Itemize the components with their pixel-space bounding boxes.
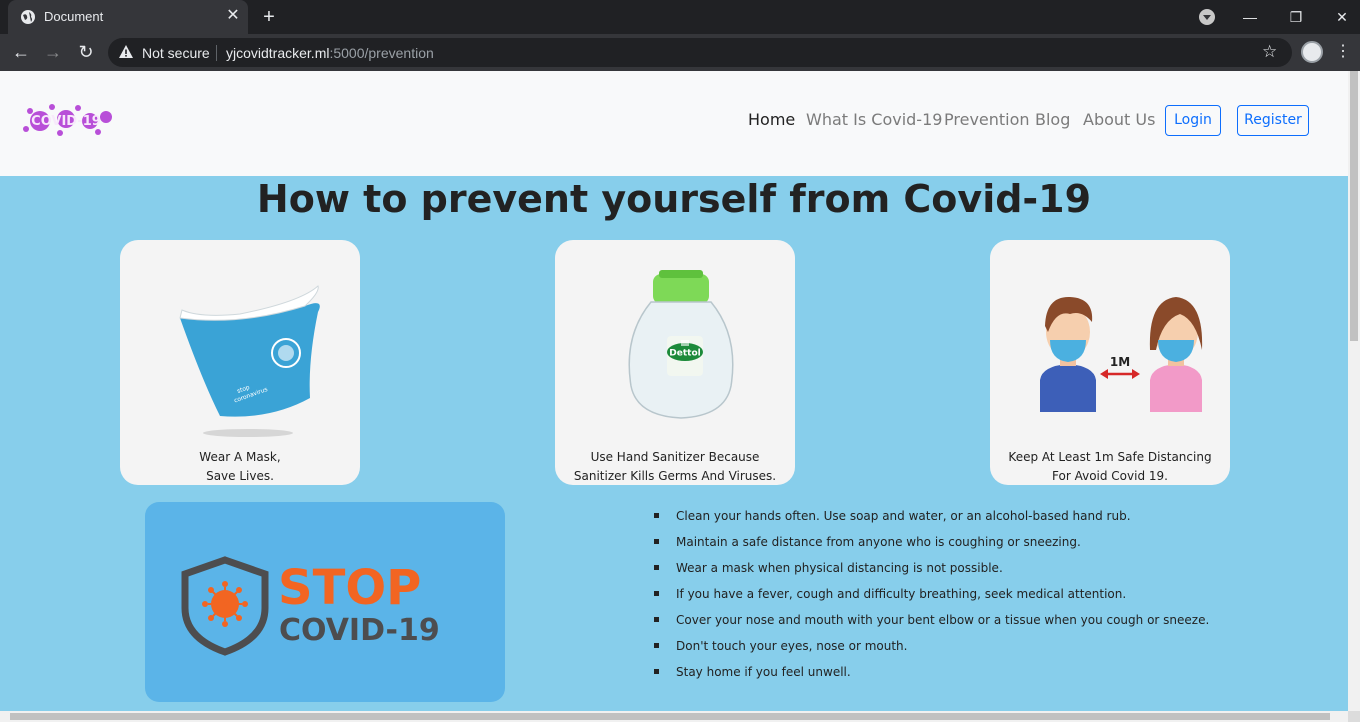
forward-icon[interactable]: → — [41, 40, 65, 64]
vertical-scrollbar[interactable] — [1348, 71, 1360, 711]
security-label[interactable]: Not secure — [142, 45, 210, 61]
browser-tab-strip: Document ✕ + — ❐ ✕ — [0, 0, 1360, 34]
close-tab-icon[interactable]: ✕ — [224, 7, 242, 25]
face-mask-image: stop coronavirus — [179, 285, 320, 437]
warning-icon — [119, 45, 133, 58]
tab-search-icon[interactable] — [1199, 9, 1215, 25]
login-button[interactable]: Login — [1165, 105, 1221, 136]
nav-link-home[interactable]: Home — [748, 110, 795, 129]
bottle-brand: Dettol — [669, 349, 700, 359]
list-item: Wear a mask when physical distancing is … — [652, 559, 1209, 585]
hand-sanitizer-image: Dettol — [628, 270, 734, 419]
stop-covid-graphic: STOP COVID-19 — [181, 556, 440, 656]
list-item: Maintain a safe distance from anyone who… — [652, 533, 1209, 559]
page-viewport: COVID-19 Home What Is Covid-19 Preventio… — [0, 71, 1348, 711]
list-item: Don't touch your eyes, nose or mouth. — [652, 637, 1209, 663]
caption-line: Keep At Least 1m Safe Distancing — [1008, 450, 1212, 464]
list-item: Clean your hands often. Use soap and wat… — [652, 507, 1209, 533]
caption-line: Save Lives. — [206, 469, 274, 483]
minimize-icon[interactable]: — — [1227, 0, 1273, 34]
prevention-card-sanitizer: Dettol Use Hand Sanitizer Because Saniti… — [555, 240, 795, 485]
nav-link-prevention[interactable]: Prevention — [944, 110, 1030, 129]
prevention-tips-list: Clean your hands often. Use soap and wat… — [652, 507, 1209, 689]
back-icon[interactable]: ← — [9, 40, 33, 64]
prevention-card-mask: stop coronavirus Wear A Mask, Save Lives… — [120, 240, 360, 485]
url-path: :5000/prevention — [329, 45, 434, 61]
reload-icon[interactable]: ↻ — [74, 40, 98, 64]
profile-avatar[interactable] — [1301, 41, 1323, 63]
horizontal-scrollbar[interactable] — [0, 711, 1348, 722]
card-caption: Keep At Least 1m Safe Distancing For Avo… — [990, 448, 1230, 485]
nav-link-blog[interactable]: Blog — [1035, 110, 1070, 129]
logo-text: COVID-19 — [31, 114, 101, 129]
close-window-icon[interactable]: ✕ — [1319, 0, 1360, 34]
card-caption: Use Hand Sanitizer Because Sanitizer Kil… — [555, 448, 795, 485]
list-item: If you have a fever, cough and difficult… — [652, 585, 1209, 611]
url-host: yjcovidtracker.ml — [226, 45, 330, 61]
nav-link-about-us[interactable]: About Us — [1083, 110, 1155, 129]
browser-menu-icon[interactable]: ⋮ — [1333, 40, 1353, 64]
tab-title: Document — [44, 9, 104, 24]
covid-logo[interactable]: COVID-19 — [18, 99, 114, 139]
address-bar[interactable]: Not secure yjcovidtracker.ml:5000/preven… — [108, 38, 1292, 67]
card-caption: Wear A Mask, Save Lives. — [120, 448, 360, 485]
globe-icon — [21, 10, 35, 24]
omnibox-divider — [216, 45, 217, 61]
list-item: Stay home if you feel unwell. — [652, 663, 1209, 689]
stop-text: STOP — [278, 560, 421, 616]
caption-line: Wear A Mask, — [199, 450, 281, 464]
register-button[interactable]: Register — [1237, 105, 1309, 136]
caption-line: Use Hand Sanitizer Because — [590, 450, 760, 464]
social-distancing-image: 1M — [1040, 296, 1203, 412]
horizontal-scroll-thumb[interactable] — [10, 713, 1330, 720]
restore-icon[interactable]: ❐ — [1273, 0, 1319, 34]
caption-line: For Avoid Covid 19. — [1052, 469, 1168, 483]
covid19-text: COVID-19 — [279, 613, 440, 648]
scrollbar-corner — [1348, 711, 1360, 722]
stop-covid-banner: STOP COVID-19 — [145, 502, 505, 702]
site-navbar: COVID-19 Home What Is Covid-19 Preventio… — [0, 71, 1348, 176]
distance-label: 1M — [1110, 355, 1130, 369]
vertical-scroll-thumb[interactable] — [1350, 71, 1358, 341]
prevention-card-distancing: 1M Keep At Least 1m Safe Distancing For … — [990, 240, 1230, 485]
list-item: Cover your nose and mouth with your bent… — [652, 611, 1209, 637]
browser-toolbar: ← → ↻ Not secure yjcovidtracker.ml:5000/… — [0, 34, 1360, 71]
new-tab-icon[interactable]: + — [258, 6, 280, 28]
caption-line: Sanitizer Kills Germs And Viruses. — [573, 469, 777, 483]
page-title: How to prevent yourself from Covid-19 — [256, 177, 1092, 221]
url-text[interactable]: yjcovidtracker.ml:5000/prevention — [226, 45, 434, 61]
browser-tab[interactable]: Document ✕ — [8, 0, 248, 34]
bookmark-star-icon[interactable]: ☆ — [1262, 42, 1277, 62]
nav-link-what-is-covid[interactable]: What Is Covid-19 — [806, 110, 942, 129]
